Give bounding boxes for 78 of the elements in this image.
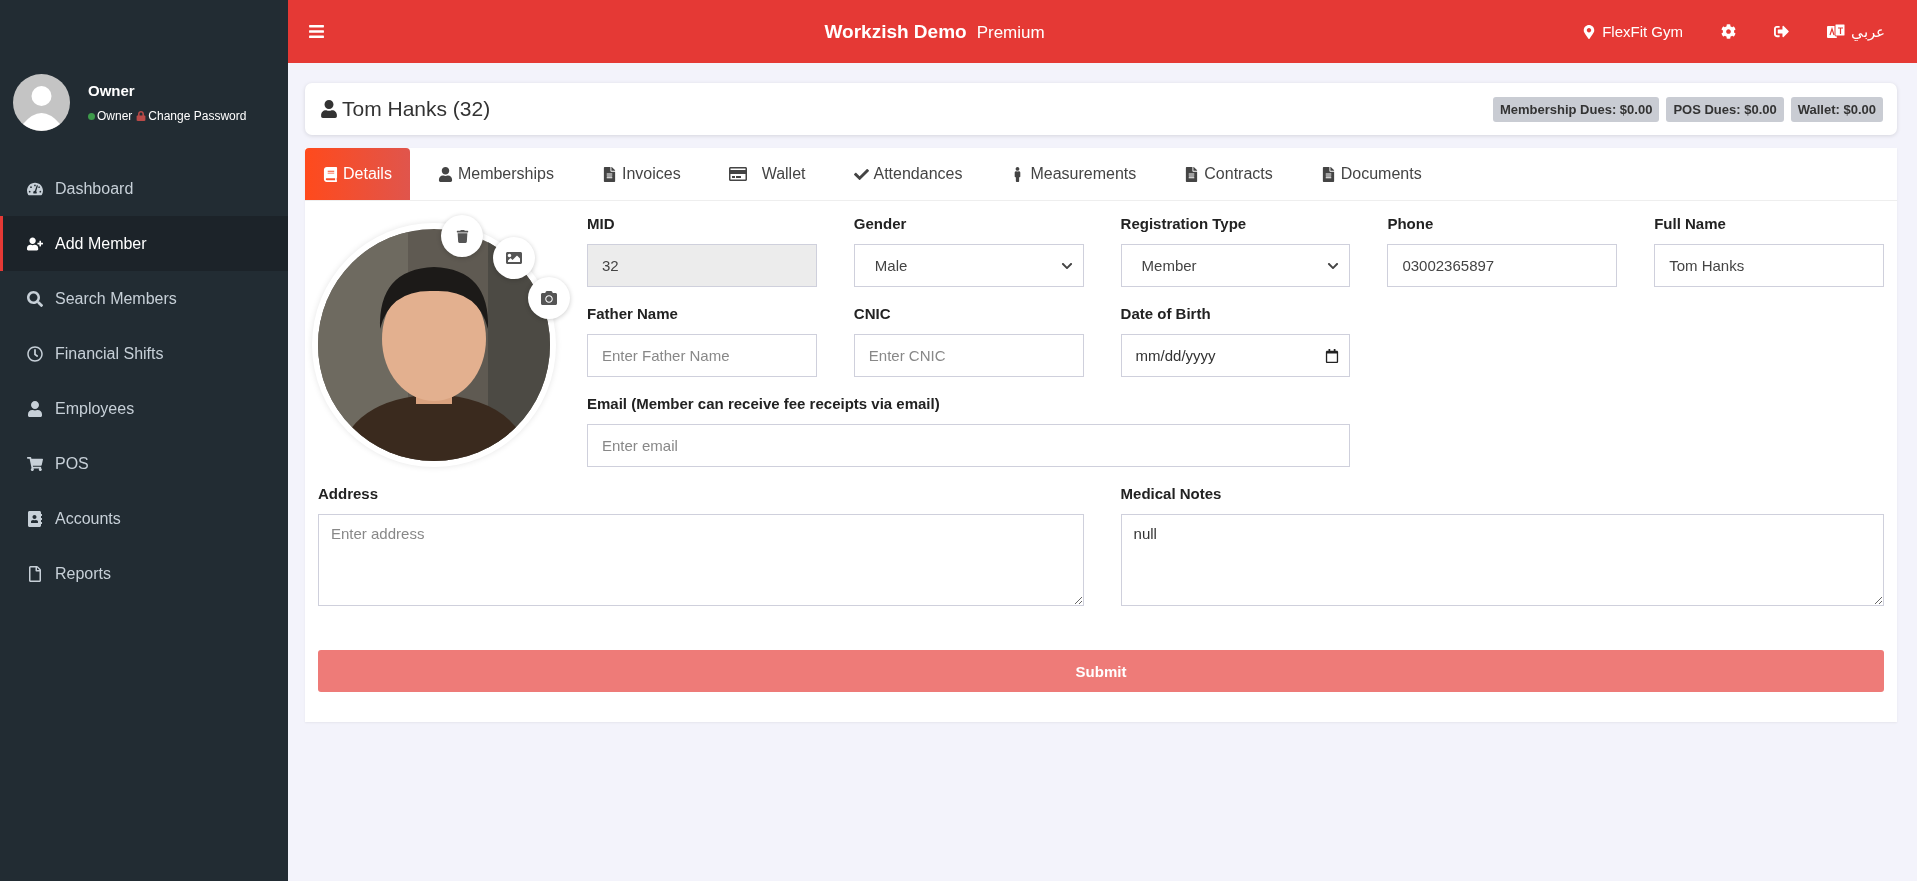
- tab-icon: [437, 166, 453, 182]
- dues-badge: Membership Dues: $0.00: [1492, 96, 1660, 122]
- menu-item-icon: [27, 510, 43, 527]
- field-label: Address: [318, 485, 380, 502]
- tab[interactable]: Contracts: [1166, 148, 1291, 200]
- user-role: Owner: [97, 109, 133, 123]
- input-field[interactable]: Tom Hanks: [1654, 244, 1884, 287]
- field-label: Registration Type: [1120, 215, 1248, 232]
- avatar-icon: [13, 74, 70, 131]
- menu-item-icon: [27, 345, 43, 362]
- plan-label: Premium: [976, 22, 1045, 43]
- sidebar-item[interactable]: Financial Shifts: [0, 326, 288, 381]
- dues-badge: Wallet: $0.00: [1790, 96, 1883, 122]
- sidebar-item[interactable]: Search Members: [0, 271, 288, 326]
- trash-icon: [455, 229, 469, 243]
- lock-icon: [136, 111, 147, 121]
- tab[interactable]: Measurements: [992, 148, 1155, 200]
- tab[interactable]: Wallet: [710, 148, 824, 200]
- tab-icon: [323, 166, 338, 182]
- tab-icon: [1320, 166, 1336, 182]
- settings-button[interactable]: [1721, 24, 1736, 39]
- select-field[interactable]: Member: [1120, 244, 1351, 287]
- input-field[interactable]: Enter CNIC: [853, 334, 1084, 377]
- menu-item-icon: [27, 400, 43, 417]
- user-icon: [320, 100, 338, 118]
- field-label: Full Name: [1654, 215, 1727, 232]
- menu-item-icon: [27, 290, 43, 307]
- textarea-field[interactable]: null: [1120, 514, 1884, 606]
- delete-photo-button[interactable]: [441, 215, 483, 257]
- sidebar-item[interactable]: Employees: [0, 381, 288, 436]
- image-icon: [506, 250, 522, 266]
- input-field[interactable]: Enter Father Name: [587, 334, 817, 377]
- tab-icon: [1184, 166, 1200, 182]
- tab[interactable]: Details: [305, 148, 410, 200]
- field-label: Email (Member can receive fee receipts via email): [587, 395, 941, 412]
- upload-image-button[interactable]: [493, 237, 535, 279]
- sidebar-item[interactable]: Add Member: [0, 216, 288, 271]
- language-icon: [1827, 23, 1845, 40]
- sidebar-item[interactable]: Accounts: [0, 491, 288, 546]
- map-pin-icon: [1582, 24, 1597, 39]
- tab[interactable]: Documents: [1302, 148, 1440, 200]
- field-label: Phone: [1387, 215, 1435, 232]
- change-password-link[interactable]: Change Password: [148, 109, 247, 123]
- camera-button[interactable]: [528, 277, 570, 319]
- tab[interactable]: Attendances: [835, 148, 981, 200]
- date-field[interactable]: mm/dd/yyyy: [1120, 334, 1351, 377]
- sidebar-item[interactable]: Reports: [0, 546, 288, 601]
- language-link[interactable]: عربي: [1827, 22, 1885, 41]
- member-title: Tom Hanks (32): [342, 97, 491, 121]
- field-label: Gender: [853, 215, 908, 232]
- textarea-field[interactable]: Enter address: [318, 514, 1084, 606]
- user-name: Owner: [88, 82, 136, 99]
- menu-item-icon: [27, 455, 43, 472]
- input-field[interactable]: 03002365897: [1387, 244, 1618, 287]
- calendar-icon: [1325, 348, 1340, 363]
- menu-item-icon: [27, 565, 43, 582]
- menu-item-icon: [27, 180, 43, 197]
- menu-icon[interactable]: [308, 23, 325, 40]
- select-field[interactable]: Male: [853, 244, 1084, 287]
- app-title: Workzish Demo: [824, 20, 967, 43]
- field-label: CNIC: [853, 305, 892, 322]
- tab-icon: [853, 166, 869, 182]
- location-link[interactable]: FlexFit Gym: [1582, 23, 1683, 40]
- sidebar-item[interactable]: Dashboard: [0, 161, 288, 216]
- tab[interactable]: Memberships: [419, 148, 572, 200]
- tab-icon: [728, 165, 747, 183]
- menu-item-icon: [27, 235, 43, 252]
- logout-button[interactable]: [1774, 24, 1789, 39]
- field-label: Father Name: [587, 305, 679, 322]
- field-label: Medical Notes: [1120, 485, 1223, 502]
- sidebar-item[interactable]: POS: [0, 436, 288, 491]
- tab-icon: [601, 166, 617, 182]
- input-field[interactable]: Enter email: [587, 424, 1351, 467]
- tab[interactable]: Invoices: [583, 148, 699, 200]
- dues-badge: POS Dues: $0.00: [1666, 96, 1784, 122]
- field-label: MID: [587, 215, 616, 232]
- field-label: Date of Birth: [1120, 305, 1212, 322]
- camera-icon: [541, 290, 557, 306]
